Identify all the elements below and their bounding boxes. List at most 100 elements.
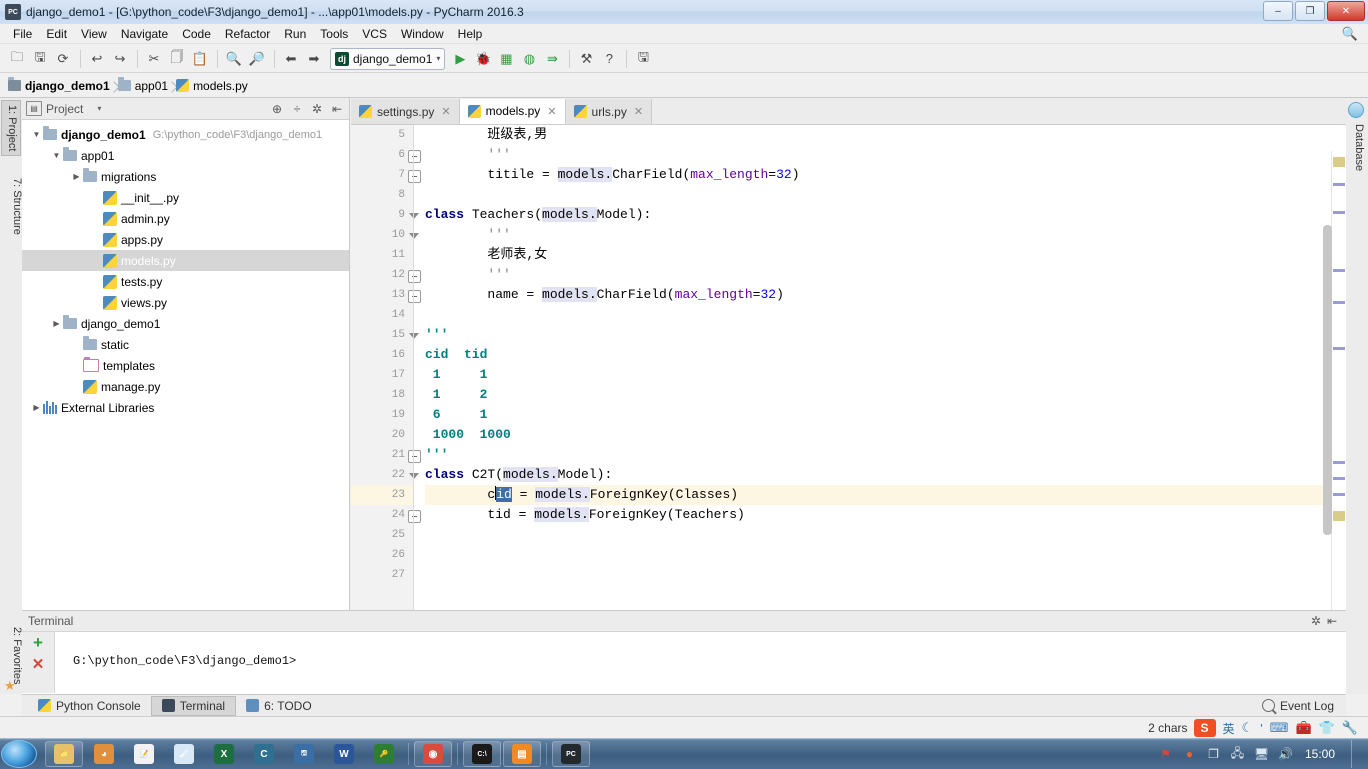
- tray-monitor-icon[interactable]: 🖥: [1254, 747, 1269, 762]
- chevron-right-icon[interactable]: ▶: [50, 319, 63, 328]
- chevron-right-icon[interactable]: ▶: [30, 403, 43, 412]
- settings-wrench-icon[interactable]: ⚒: [575, 48, 597, 70]
- tray-orange-icon[interactable]: ●: [1182, 747, 1197, 762]
- code-line[interactable]: ''': [425, 225, 1346, 245]
- tree-item-static[interactable]: • static: [22, 334, 349, 355]
- tree-item-app01[interactable]: ▼ app01: [22, 145, 349, 166]
- code-line[interactable]: 1 2: [425, 385, 1346, 405]
- run-configuration-selector[interactable]: dj django_demo1 ▾: [330, 47, 446, 70]
- code-line[interactable]: [425, 545, 1346, 565]
- find-icon[interactable]: 🔍: [223, 48, 245, 70]
- open-folder-icon[interactable]: 🗀: [6, 48, 28, 70]
- tray-network-icon[interactable]: 🖧: [1230, 746, 1245, 762]
- code-line[interactable]: 1 1: [425, 365, 1346, 385]
- menu-item-window[interactable]: Window: [394, 25, 451, 43]
- code-line[interactable]: [425, 305, 1346, 325]
- ime-skin-icon[interactable]: 👕: [1319, 720, 1335, 736]
- fold-marker-icon[interactable]: [408, 270, 421, 283]
- ime-moon-icon[interactable]: ☾: [1242, 720, 1254, 736]
- taskbar-button-app-orange[interactable]: ▤: [503, 741, 541, 767]
- sidebar-tab-database[interactable]: Database: [1343, 120, 1367, 175]
- gear-icon[interactable]: ✲: [1308, 613, 1324, 629]
- editor-tab-urls-py[interactable]: urls.py ✕: [565, 99, 653, 124]
- tree-item-views-py[interactable]: • views.py: [22, 292, 349, 313]
- tree-item---init---py[interactable]: • __init__.py: [22, 187, 349, 208]
- breadcrumb-item-models-py[interactable]: models.py: [176, 79, 256, 93]
- code-line[interactable]: cid tid: [425, 345, 1346, 365]
- collapse-all-icon[interactable]: ÷: [289, 101, 305, 117]
- redo-icon[interactable]: ↪: [109, 48, 131, 70]
- paste-icon[interactable]: 📋: [189, 48, 211, 70]
- bottom-tab-python-console[interactable]: Python Console: [28, 696, 151, 716]
- sync-icon[interactable]: ⟳: [52, 48, 74, 70]
- cut-icon[interactable]: ✂: [143, 48, 165, 70]
- tree-item-tests-py[interactable]: • tests.py: [22, 271, 349, 292]
- tray-volume-icon[interactable]: 🔊: [1278, 747, 1293, 762]
- close-icon[interactable]: ✕: [441, 105, 450, 118]
- target-icon[interactable]: ⊕: [269, 101, 285, 117]
- undo-icon[interactable]: ↩: [86, 48, 108, 70]
- code-line[interactable]: 6 1: [425, 405, 1346, 425]
- editor-tab-models-py[interactable]: models.py ✕: [459, 99, 566, 124]
- taskbar-clock[interactable]: 15:00: [1302, 747, 1338, 761]
- menu-item-file[interactable]: File: [6, 25, 39, 43]
- code-line[interactable]: 1000 1000: [425, 425, 1346, 445]
- database-toolbar-icon[interactable]: 🖫: [632, 48, 654, 70]
- tree-item-external-libraries[interactable]: ▶ External Libraries: [22, 397, 349, 418]
- menu-item-run[interactable]: Run: [277, 25, 313, 43]
- tree-item-admin-py[interactable]: • admin.py: [22, 208, 349, 229]
- chevron-down-icon[interactable]: ▾: [97, 104, 101, 113]
- close-button[interactable]: ✕: [1327, 1, 1365, 21]
- chevron-down-icon[interactable]: ▾: [436, 54, 440, 63]
- taskbar-button-keepass[interactable]: 🔑: [365, 741, 403, 767]
- minimize-button[interactable]: –: [1263, 1, 1293, 21]
- code-line[interactable]: titile = models.CharField(max_length=32): [425, 165, 1346, 185]
- taskbar-button-explorer[interactable]: 📁: [45, 741, 83, 767]
- ime-keyboard-icon[interactable]: ⌨: [1270, 720, 1289, 736]
- taskbar-button-paint[interactable]: 🖌: [165, 741, 203, 767]
- copy-icon[interactable]: 🗍: [166, 48, 188, 70]
- show-desktop-button[interactable]: [1351, 740, 1362, 768]
- taskbar-button-pycharm[interactable]: PC: [552, 741, 590, 767]
- code-line[interactable]: cid = models.ForeignKey(Classes): [425, 485, 1346, 505]
- code-line[interactable]: [425, 185, 1346, 205]
- tree-item-manage-py[interactable]: • manage.py: [22, 376, 349, 397]
- debug-icon[interactable]: 🐞: [472, 48, 494, 70]
- tree-item-apps-py[interactable]: • apps.py: [22, 229, 349, 250]
- ime-punct-icon[interactable]: ': [1260, 721, 1262, 736]
- breadcrumb-item-django-demo1[interactable]: django_demo1: [8, 77, 118, 93]
- code-line[interactable]: 老师表,女: [425, 245, 1346, 265]
- sogou-logo-icon[interactable]: S: [1193, 719, 1216, 737]
- ime-settings-icon[interactable]: 🔧: [1342, 720, 1358, 736]
- terminal-body[interactable]: + ✕ G:\python_code\F3\django_demo1>: [22, 632, 1346, 693]
- menu-item-refactor[interactable]: Refactor: [218, 25, 277, 43]
- breadcrumb-item-app01[interactable]: app01: [117, 77, 176, 93]
- taskbar-button-cmd[interactable]: C:\: [463, 741, 501, 767]
- search-everywhere-icon[interactable]: 🔍: [1342, 26, 1358, 42]
- code-line[interactable]: [425, 565, 1346, 585]
- tree-item-migrations[interactable]: ▶ migrations: [22, 166, 349, 187]
- editor-tab-settings-py[interactable]: settings.py ✕: [351, 99, 460, 124]
- tree-item-templates[interactable]: • templates: [22, 355, 349, 376]
- chevron-down-icon[interactable]: ▼: [30, 130, 43, 139]
- hide-panel-icon[interactable]: ⇤: [329, 101, 345, 117]
- maximize-button[interactable]: ❐: [1295, 1, 1325, 21]
- settings-gear-icon[interactable]: ✲: [309, 101, 325, 117]
- editor-vertical-scrollbar[interactable]: [1323, 225, 1332, 535]
- taskbar-button-notepad[interactable]: 📝: [125, 741, 163, 767]
- chevron-right-icon[interactable]: ▶: [70, 172, 83, 181]
- close-icon[interactable]: ✕: [634, 105, 643, 118]
- tree-item-django-demo1[interactable]: ▼ django_demo1 G:\python_code\F3\django_de…: [22, 124, 349, 145]
- taskbar-button-c[interactable]: C: [245, 741, 283, 767]
- run-with-console-icon[interactable]: ⇛: [541, 48, 563, 70]
- bottom-tab-6--todo[interactable]: 6: TODO: [236, 696, 322, 716]
- fold-marker-icon[interactable]: [408, 290, 421, 303]
- help-icon[interactable]: ?: [598, 48, 620, 70]
- forward-icon[interactable]: ➡: [303, 48, 325, 70]
- menu-item-code[interactable]: Code: [175, 25, 218, 43]
- tray-window-icon[interactable]: ❐: [1206, 747, 1221, 762]
- start-button[interactable]: [1, 740, 37, 768]
- tree-item-models-py[interactable]: • models.py: [22, 250, 349, 271]
- code-line[interactable]: [425, 525, 1346, 545]
- code-content[interactable]: 班级表,男 ''' titile = models.CharField(max_…: [425, 125, 1346, 611]
